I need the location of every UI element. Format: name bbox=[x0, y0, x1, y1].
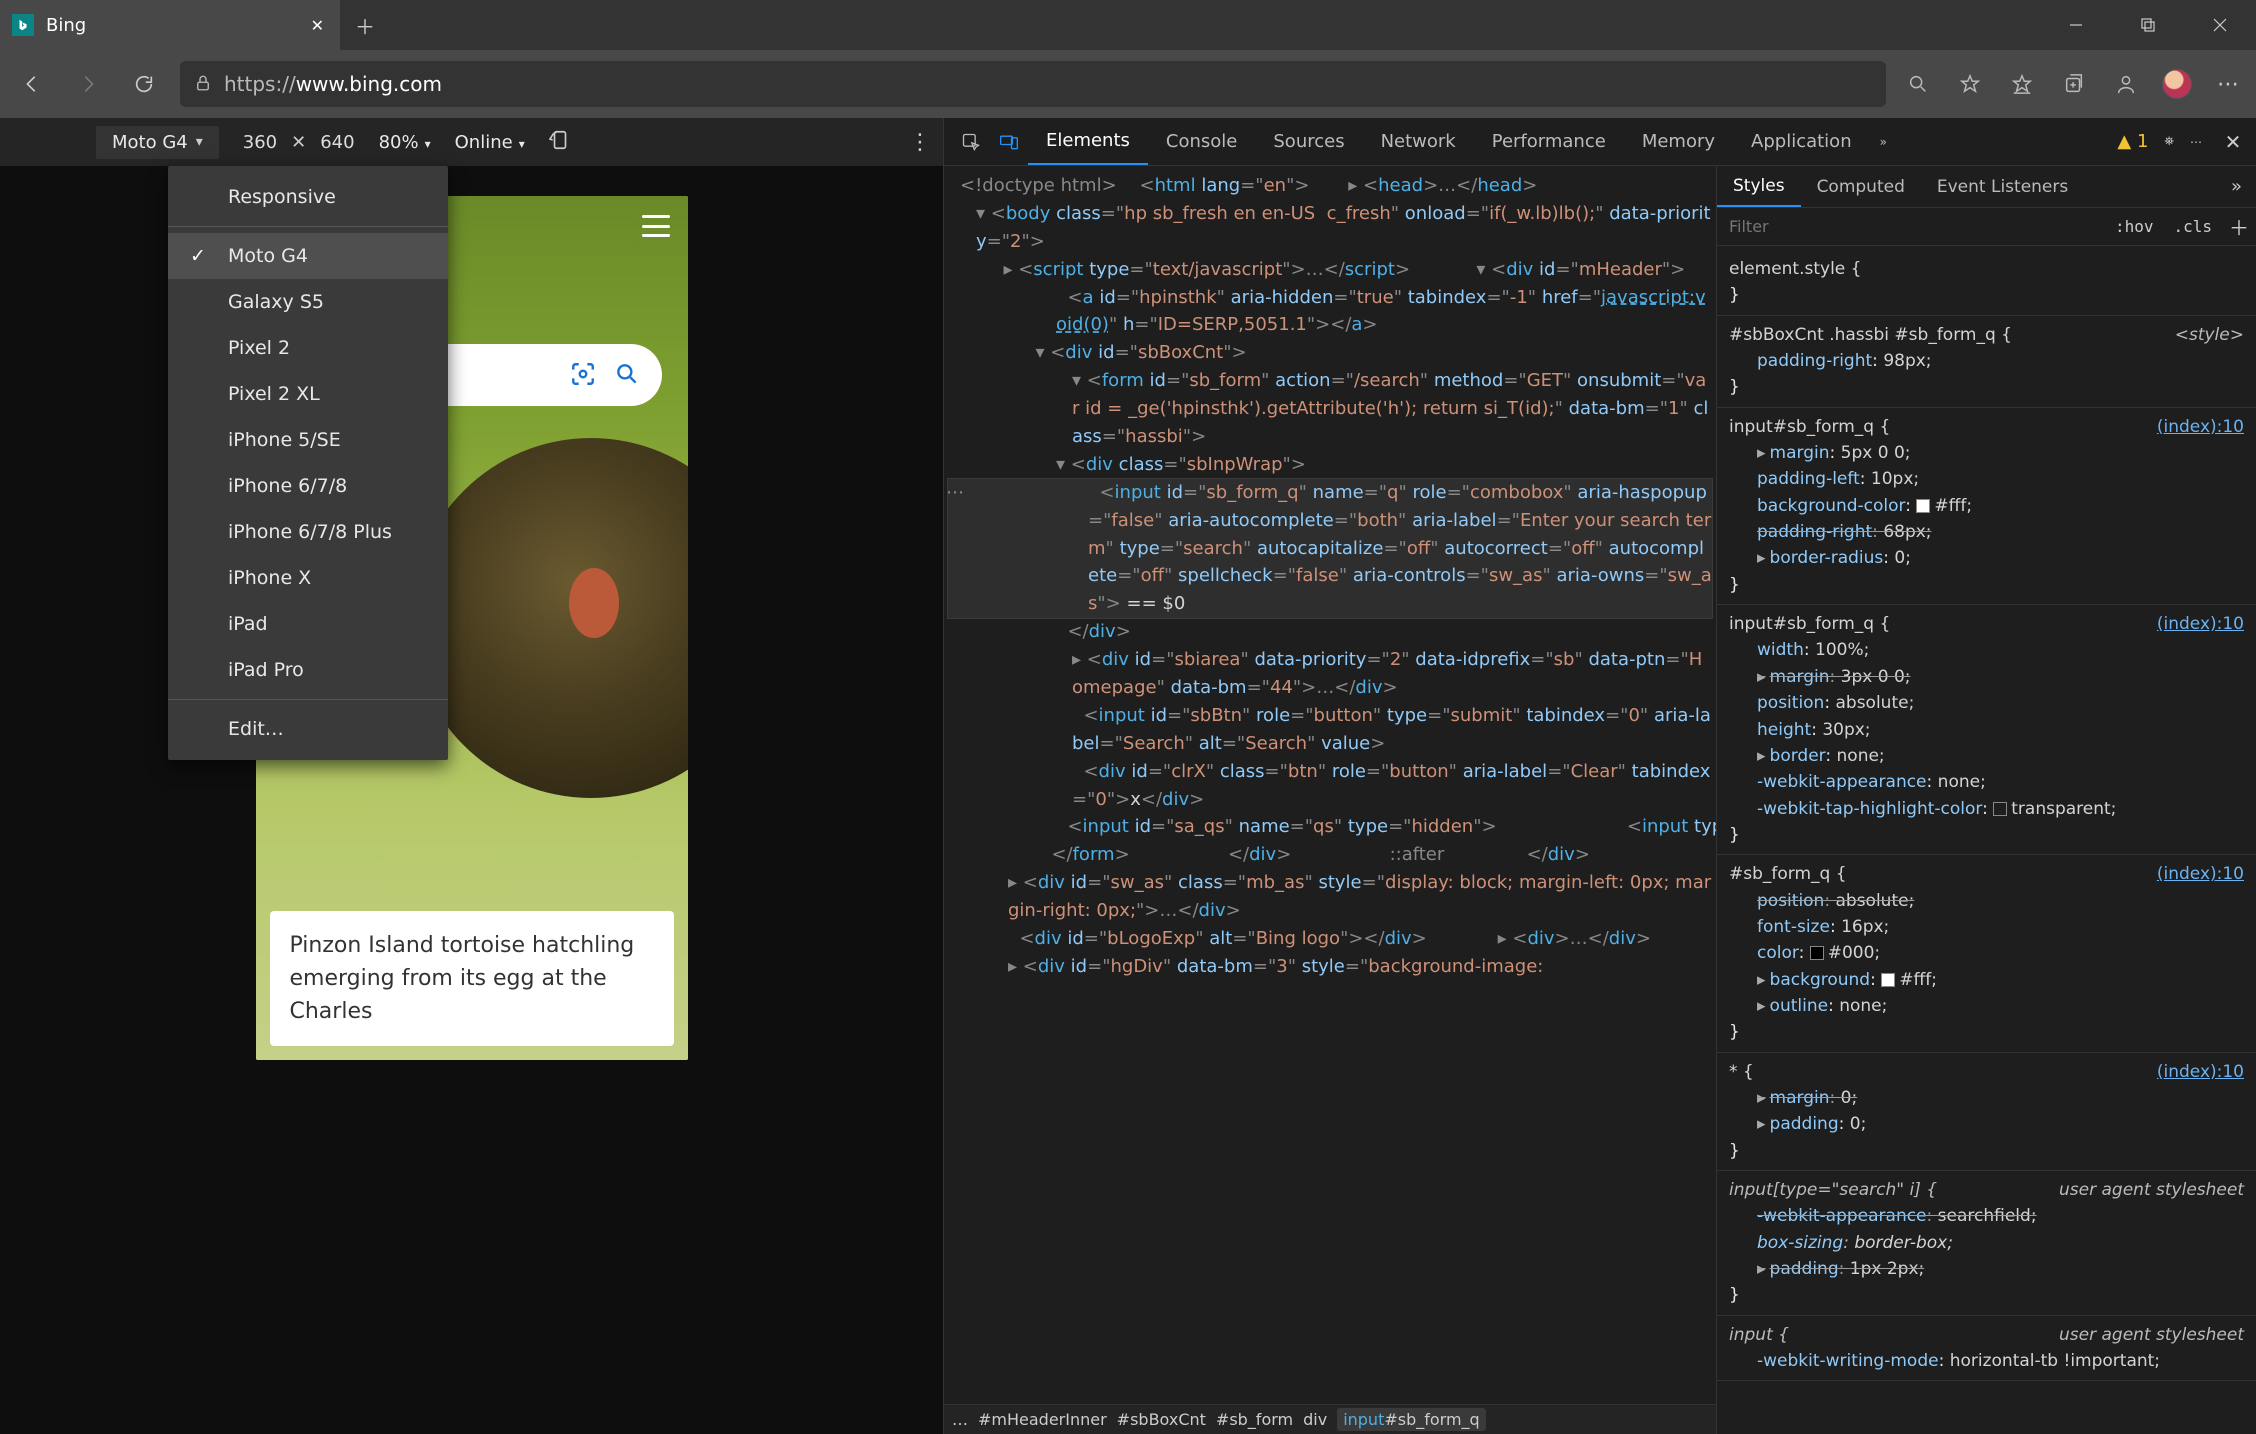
device-toolbar-more-icon[interactable]: ⋮ bbox=[909, 130, 931, 155]
caption-text: Pinzon Island tortoise hatchling emergin… bbox=[290, 929, 654, 1028]
style-rule[interactable]: user agent stylesheet input[type="search… bbox=[1717, 1171, 2256, 1316]
new-tab-button[interactable]: ＋ bbox=[340, 0, 390, 50]
device-option-responsive[interactable]: Responsive bbox=[168, 174, 448, 220]
forward-button[interactable] bbox=[68, 64, 108, 104]
devtools-tabs: Elements Console Sources Network Perform… bbox=[944, 118, 2256, 166]
device-option[interactable]: Pixel 2 XL bbox=[168, 371, 448, 417]
tab-performance[interactable]: Performance bbox=[1474, 118, 1624, 165]
device-dimensions[interactable]: 360 ✕ 640 bbox=[243, 132, 355, 153]
styles-filter-input[interactable] bbox=[1717, 217, 2105, 236]
device-option[interactable]: iPad Pro bbox=[168, 647, 448, 693]
visual-search-icon[interactable] bbox=[570, 361, 596, 390]
devtools-settings-icon[interactable]: ⋯ bbox=[2190, 135, 2202, 149]
hov-toggle[interactable]: :hov bbox=[2105, 217, 2164, 236]
search-submit-icon[interactable] bbox=[614, 361, 640, 390]
dropdown-separator bbox=[168, 699, 448, 700]
style-rule[interactable]: user agent stylesheet input { -webkit-wr… bbox=[1717, 1316, 2256, 1382]
profile-avatar[interactable] bbox=[2162, 69, 2192, 99]
lock-icon bbox=[194, 74, 212, 95]
elements-tree[interactable]: <!doctype html> <html lang="en"> ▸ <head… bbox=[944, 166, 1716, 1404]
device-option[interactable]: Galaxy S5 bbox=[168, 279, 448, 325]
settings-more-icon[interactable]: ⋯ bbox=[2212, 68, 2244, 100]
styles-tabs: Styles Computed Event Listeners » bbox=[1717, 166, 2256, 208]
styles-filter-bar: :hov .cls ＋ bbox=[1717, 208, 2256, 246]
device-option[interactable]: iPhone 5/SE bbox=[168, 417, 448, 463]
styles-tab-event-listeners[interactable]: Event Listeners bbox=[1921, 166, 2084, 207]
dimensions-x-icon: ✕ bbox=[291, 132, 306, 153]
device-option[interactable]: iPhone 6/7/8 bbox=[168, 463, 448, 509]
omnibox[interactable]: https://www.bing.com bbox=[180, 61, 1886, 107]
window-titlebar: Bing ✕ ＋ bbox=[0, 0, 2256, 50]
back-button[interactable] bbox=[12, 64, 52, 104]
device-option[interactable]: iPhone X bbox=[168, 555, 448, 601]
device-select[interactable]: Moto G4 bbox=[96, 126, 219, 159]
collections-icon[interactable] bbox=[2058, 68, 2090, 100]
rotate-icon[interactable] bbox=[549, 129, 571, 156]
tabs-overflow-icon[interactable]: » bbox=[1870, 135, 1897, 149]
tab-application[interactable]: Application bbox=[1733, 118, 1870, 165]
profile-switcher-icon[interactable] bbox=[2110, 68, 2142, 100]
devtools-person-icon[interactable]: ⛯ bbox=[2164, 134, 2174, 149]
tab-console[interactable]: Console bbox=[1148, 118, 1255, 165]
cls-toggle[interactable]: .cls bbox=[2163, 217, 2222, 236]
bing-caption-card[interactable]: Pinzon Island tortoise hatchling emergin… bbox=[270, 911, 674, 1046]
inspect-icon[interactable] bbox=[952, 123, 990, 161]
devtools-close-icon[interactable]: ✕ bbox=[2218, 130, 2248, 154]
device-option[interactable]: Pixel 2 bbox=[168, 325, 448, 371]
zoom-select[interactable]: 80% bbox=[379, 132, 431, 153]
browser-tab[interactable]: Bing ✕ bbox=[0, 0, 340, 50]
window-close-button[interactable] bbox=[2184, 0, 2256, 50]
tab-memory[interactable]: Memory bbox=[1624, 118, 1733, 165]
styles-tab-computed[interactable]: Computed bbox=[1801, 166, 1921, 207]
url-text: https://www.bing.com bbox=[224, 72, 442, 96]
style-rule[interactable]: (index):10 #sb_form_q { position: absolu… bbox=[1717, 855, 2256, 1052]
hamburger-icon[interactable] bbox=[642, 215, 670, 237]
styles-pane: Styles Computed Event Listeners » :hov .… bbox=[1716, 166, 2256, 1434]
device-option[interactable]: iPad bbox=[168, 601, 448, 647]
tab-elements[interactable]: Elements bbox=[1028, 118, 1148, 165]
style-rule[interactable]: <style> #sbBoxCnt .hassbi #sb_form_q { p… bbox=[1717, 316, 2256, 408]
throttle-select[interactable]: Online bbox=[455, 132, 525, 153]
device-option-edit[interactable]: Edit… bbox=[168, 706, 448, 752]
warnings-badge[interactable]: ▲ 1 bbox=[2117, 131, 2148, 152]
styles-rules[interactable]: element.style { } <style> #sbBoxCnt .has… bbox=[1717, 246, 2256, 1434]
style-rule[interactable]: (index):10 input#sb_form_q { margin: 5px… bbox=[1717, 408, 2256, 605]
tab-network[interactable]: Network bbox=[1363, 118, 1474, 165]
elements-breadcrumbs[interactable]: … #mHeaderInner #sbBoxCnt #sb_form div i… bbox=[944, 1404, 1716, 1434]
device-emulation-pane: Moto G4 360 ✕ 640 80% Online ⋮ Responsiv… bbox=[0, 118, 943, 1434]
favorite-icon[interactable] bbox=[1954, 68, 1986, 100]
device-dropdown: Responsive Moto G4 Galaxy S5 Pixel 2 Pix… bbox=[168, 166, 448, 760]
close-tab-icon[interactable]: ✕ bbox=[311, 16, 324, 35]
devtools-panel: Elements Console Sources Network Perform… bbox=[943, 118, 2256, 1434]
styles-tabs-overflow-icon[interactable]: » bbox=[2217, 176, 2256, 197]
style-rule[interactable]: (index):10 * { margin: 0; padding: 0; } bbox=[1717, 1053, 2256, 1171]
dropdown-separator bbox=[168, 226, 448, 227]
device-option[interactable]: Moto G4 bbox=[168, 233, 448, 279]
tab-title: Bing bbox=[46, 15, 299, 36]
favorites-bar-icon[interactable] bbox=[2006, 68, 2038, 100]
device-toggle-icon[interactable] bbox=[990, 123, 1028, 161]
style-rule[interactable]: element.style { } bbox=[1717, 250, 2256, 316]
address-bar: https://www.bing.com ⋯ bbox=[0, 50, 2256, 118]
device-option[interactable]: iPhone 6/7/8 Plus bbox=[168, 509, 448, 555]
window-maximize-button[interactable] bbox=[2112, 0, 2184, 50]
new-style-rule-icon[interactable]: ＋ bbox=[2222, 212, 2256, 241]
device-toolbar: Moto G4 360 ✕ 640 80% Online ⋮ bbox=[0, 118, 943, 166]
tab-sources[interactable]: Sources bbox=[1255, 118, 1362, 165]
search-icon[interactable] bbox=[1902, 68, 1934, 100]
window-minimize-button[interactable] bbox=[2040, 0, 2112, 50]
style-rule[interactable]: (index):10 input#sb_form_q { width: 100%… bbox=[1717, 605, 2256, 855]
reload-button[interactable] bbox=[124, 64, 164, 104]
bing-favicon bbox=[12, 14, 34, 36]
styles-tab-styles[interactable]: Styles bbox=[1717, 166, 1801, 207]
